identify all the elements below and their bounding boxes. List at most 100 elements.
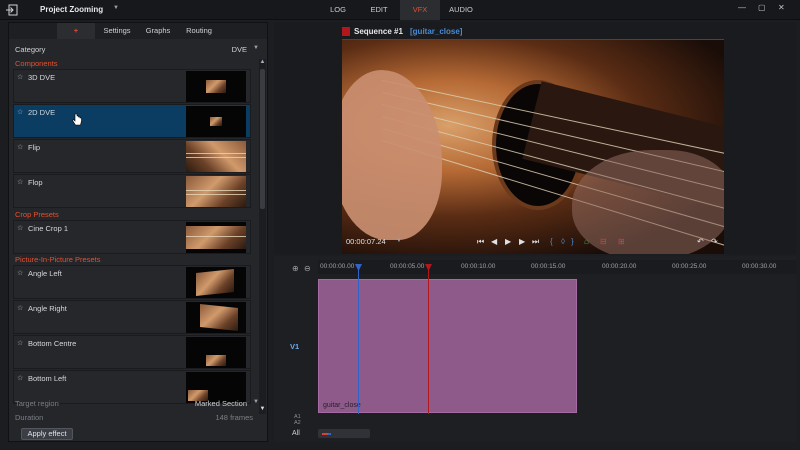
- step-forward-icon[interactable]: ▶: [519, 237, 525, 246]
- tab-graphs[interactable]: Graphs: [139, 23, 177, 39]
- star-icon[interactable]: ☆: [17, 108, 23, 116]
- effect-name: Flip: [28, 143, 41, 152]
- category-value[interactable]: DVE: [232, 45, 247, 54]
- effect-item-flop[interactable]: ☆ Flop: [13, 174, 251, 208]
- add-marker-icon[interactable]: ⌂: [584, 237, 589, 246]
- close-icon[interactable]: ✕: [778, 3, 785, 12]
- scroll-thumb[interactable]: [260, 69, 265, 209]
- apply-effect-button[interactable]: Apply effect: [21, 428, 73, 440]
- insert-icon[interactable]: ⊟: [600, 237, 607, 246]
- in-point-marker[interactable]: [358, 264, 359, 414]
- section-header-components: Components: [15, 59, 58, 68]
- track-label-a2[interactable]: A2: [294, 420, 301, 426]
- tab-add[interactable]: +: [57, 23, 95, 39]
- effect-name: Flop: [28, 178, 43, 187]
- exit-icon[interactable]: [6, 4, 18, 16]
- star-icon[interactable]: ☆: [17, 269, 23, 277]
- star-icon[interactable]: ☆: [17, 178, 23, 186]
- effect-item-flip[interactable]: ☆ Flip: [13, 139, 251, 173]
- chevron-down-icon[interactable]: ▼: [253, 45, 259, 51]
- track-label-v1[interactable]: V1: [290, 342, 299, 351]
- effect-name: 3D DVE: [28, 73, 56, 82]
- effect-item-2d-dve[interactable]: ☆ 2D DVE: [13, 104, 251, 138]
- tab-settings[interactable]: Settings: [97, 23, 137, 39]
- chevron-down-icon[interactable]: ▼: [253, 399, 259, 405]
- ruler-label: 00:00:25.00: [672, 263, 707, 270]
- ruler-label: 00:00:30.00: [742, 263, 777, 270]
- star-icon[interactable]: ☆: [17, 73, 23, 81]
- effect-name: Bottom Left: [28, 374, 67, 383]
- effects-panel: + Settings Graphs Routing Category DVE ▼…: [8, 22, 268, 442]
- ruler-label: 00:00:10.00: [461, 263, 496, 270]
- duration-label: Duration: [15, 413, 44, 422]
- ruler-label: 00:00:05.00: [390, 263, 425, 270]
- zoom-out-icon[interactable]: ⊖: [304, 264, 311, 273]
- category-selector[interactable]: Category DVE ▼: [15, 45, 261, 57]
- zoom-in-icon[interactable]: ⊕: [292, 264, 299, 273]
- timeline-ruler[interactable]: 00:00:00.00 00:00:05.00 00:00:10.00 00:0…: [318, 260, 796, 274]
- star-icon[interactable]: ☆: [17, 143, 23, 151]
- effect-thumbnail: [186, 106, 246, 137]
- timeline-clip[interactable]: guitar_close: [318, 279, 577, 413]
- redo-icon[interactable]: ↷: [711, 237, 718, 246]
- section-header-pip-presets: Picture-In-Picture Presets: [15, 255, 101, 264]
- sequence-title: Sequence #1: [354, 27, 403, 36]
- target-region-label: Target region: [15, 399, 59, 408]
- effect-thumbnail: [186, 337, 246, 368]
- overwrite-icon[interactable]: ⊞: [618, 237, 625, 246]
- sequence-clip-label: [guitar_close]: [410, 27, 463, 36]
- chevron-down-icon[interactable]: ▼: [113, 5, 119, 11]
- undo-icon[interactable]: ↶: [697, 237, 704, 246]
- effect-item-bottom-centre[interactable]: ☆ Bottom Centre: [13, 335, 251, 369]
- effects-list: Components ☆ 3D DVE ☆ 2D DVE ☆ Flip ☆ Fl…: [13, 59, 257, 414]
- star-icon[interactable]: ☆: [17, 224, 23, 232]
- play-icon[interactable]: ▶: [505, 237, 511, 246]
- step-back-icon[interactable]: ◀: [491, 237, 497, 246]
- section-header-crop-presets: Crop Presets: [15, 210, 59, 219]
- tab-vfx[interactable]: VFX: [400, 0, 440, 20]
- effects-scrollbar[interactable]: ▲ ▼: [259, 59, 266, 414]
- tab-log[interactable]: LOG: [318, 0, 358, 20]
- tab-routing[interactable]: Routing: [179, 23, 219, 39]
- effect-name: Angle Right: [28, 304, 67, 313]
- effect-item-3d-dve[interactable]: ☆ 3D DVE: [13, 69, 251, 103]
- star-icon[interactable]: ☆: [17, 339, 23, 347]
- playhead[interactable]: [428, 264, 429, 414]
- clip-name: guitar_close: [323, 402, 361, 409]
- effect-thumbnail: [186, 141, 246, 172]
- target-region-value[interactable]: Marked Section: [195, 399, 247, 408]
- tab-edit[interactable]: EDIT: [359, 0, 399, 20]
- star-icon[interactable]: ☆: [17, 304, 23, 312]
- scroll-up-icon[interactable]: ▲: [259, 59, 266, 67]
- hand-cursor-icon: [72, 113, 82, 126]
- minimize-icon[interactable]: —: [738, 3, 746, 12]
- effect-item-angle-left[interactable]: ☆ Angle Left: [13, 265, 251, 299]
- viewer-panel: Sequence #1 [guitar_close] 00:00:07.24 ▼…: [274, 22, 796, 254]
- target-region-row: Target region Marked Section ▼: [15, 399, 261, 410]
- mark-out-icon[interactable]: }: [571, 237, 574, 246]
- effect-thumbnail: [186, 71, 246, 102]
- effect-item-angle-right[interactable]: ☆ Angle Right: [13, 300, 251, 334]
- project-title[interactable]: Project Zooming: [40, 5, 103, 14]
- ruler-label: 00:00:20.00: [602, 263, 637, 270]
- timecode-display[interactable]: 00:00:07.24: [346, 237, 386, 246]
- chevron-down-icon[interactable]: ▼: [396, 238, 402, 244]
- effect-name: 2D DVE: [28, 108, 56, 117]
- track-label-all[interactable]: All: [292, 430, 300, 437]
- effect-name: Cine Crop 1: [28, 224, 69, 233]
- go-to-end-icon[interactable]: ⏭: [532, 237, 539, 247]
- go-to-start-icon[interactable]: ⏮: [477, 237, 484, 247]
- effects-subtabs: + Settings Graphs Routing: [9, 23, 267, 39]
- video-preview[interactable]: [342, 39, 724, 254]
- tab-audio[interactable]: AUDIO: [441, 0, 481, 20]
- category-label: Category: [15, 45, 46, 54]
- star-icon[interactable]: ☆: [17, 374, 23, 382]
- timeline-overview-bar[interactable]: [318, 429, 370, 438]
- effect-name: Angle Left: [28, 269, 62, 278]
- go-to-in-icon[interactable]: ◊: [561, 237, 565, 246]
- effect-item-cine-crop-1[interactable]: ☆ Cine Crop 1: [13, 220, 251, 254]
- timeline-panel: ⊕ ⊖ 00:00:00.00 00:00:05.00 00:00:10.00 …: [274, 256, 796, 442]
- maximize-icon[interactable]: ▢: [758, 3, 766, 12]
- mark-in-icon[interactable]: {: [550, 237, 553, 246]
- ruler-label: 00:00:00.00: [320, 263, 355, 270]
